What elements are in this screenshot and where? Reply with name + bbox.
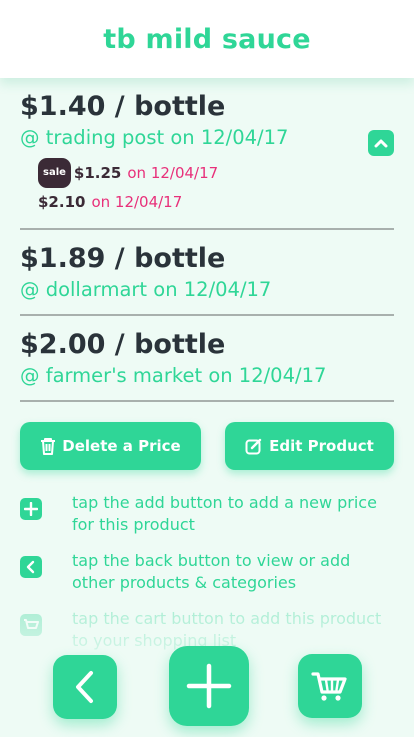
price-store: @ farmer's market on 12/04/17 [20, 364, 327, 387]
back-button[interactable] [53, 655, 117, 719]
history-amount: $1.25 [73, 164, 122, 182]
hint-text: tap the add button to add a new price fo… [72, 493, 377, 534]
history-row: $2.10 on 12/04/17 [38, 188, 394, 216]
action-bar: Delete a Price Edit Product [20, 422, 394, 470]
price-entry[interactable]: $2.00 / bottle @ farmer's market on 12/0… [20, 316, 394, 402]
edit-icon [245, 438, 262, 455]
edit-product-button[interactable]: Edit Product [225, 422, 394, 470]
chevron-left-icon [20, 556, 42, 578]
price-amount: $1.89 / bottle [20, 243, 226, 274]
price-history: sale $1.25 on 12/04/17 $2.10 on 12/04/17 [38, 158, 394, 216]
cart-button[interactable] [298, 654, 362, 718]
history-date: on 12/04/17 [91, 193, 183, 211]
plus-icon [20, 498, 42, 520]
divider [20, 400, 394, 402]
price-store: @ dollarmart on 12/04/17 [20, 278, 272, 301]
hint-add: tap the add button to add a new price fo… [20, 492, 394, 536]
cart-icon [20, 614, 42, 636]
sale-badge: sale [38, 158, 71, 188]
edit-product-label: Edit Product [269, 437, 374, 455]
delete-price-label: Delete a Price [62, 437, 181, 455]
trash-icon [41, 438, 56, 455]
price-amount: $2.00 / bottle [20, 329, 226, 360]
price-list: $1.40 / bottle @ trading post on 12/04/1… [0, 78, 414, 737]
collapse-button[interactable] [368, 130, 394, 156]
hint-text: tap the back button to view or add other… [72, 551, 351, 592]
page-title: tb mild sauce [103, 23, 311, 55]
app-header: tb mild sauce [0, 0, 414, 78]
history-row: sale $1.25 on 12/04/17 [38, 158, 394, 188]
plus-icon [186, 663, 232, 709]
history-date: on 12/04/17 [127, 164, 219, 182]
chevron-left-icon [76, 671, 93, 703]
price-entry[interactable]: $1.40 / bottle @ trading post on 12/04/1… [20, 78, 394, 230]
add-price-button[interactable] [169, 646, 249, 726]
price-entry[interactable]: $1.89 / bottle @ dollarmart on 12/04/17 [20, 230, 394, 316]
price-store: @ trading post on 12/04/17 [20, 126, 289, 149]
chevron-up-icon [374, 139, 388, 148]
hint-back: tap the back button to view or add other… [20, 550, 394, 594]
cart-icon [311, 672, 347, 701]
history-amount: $2.10 [38, 193, 86, 211]
delete-price-button[interactable]: Delete a Price [20, 422, 201, 470]
price-amount: $1.40 / bottle [20, 91, 226, 122]
